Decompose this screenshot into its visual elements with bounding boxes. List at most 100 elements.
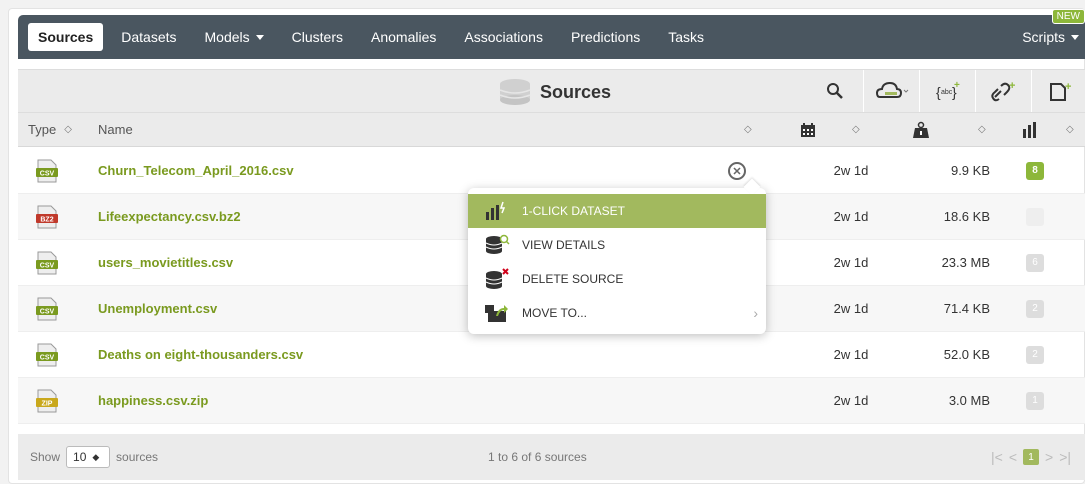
page-size-value: 10 [73, 450, 87, 464]
next-page-icon[interactable]: > [1045, 449, 1053, 465]
table-row[interactable]: ZIP happiness.csv.zip 2w 1d 3.0 MB 1 [18, 378, 1085, 424]
column-type-label: Type [28, 122, 57, 137]
source-name-link[interactable]: Unemployment.csv [98, 301, 217, 316]
svg-text:+: + [1009, 80, 1015, 92]
pagination-summary: 1 to 6 of 6 sources [488, 450, 587, 464]
nav-models[interactable]: Models [191, 23, 278, 51]
nav-scripts[interactable]: Scripts NEW [1008, 9, 1085, 51]
first-page-icon[interactable]: |< [991, 449, 1003, 465]
inline-source-icon: {abc}+ [936, 80, 960, 100]
source-size: 71.4 KB [943, 301, 990, 316]
menu-item-label: DELETE SOURCE [522, 272, 624, 286]
stepper-icon: ◆ [92, 451, 100, 462]
nav-scripts-label: Scripts [1022, 29, 1065, 45]
inline-source-button[interactable]: {abc} + [919, 70, 975, 112]
source-name-link[interactable]: happiness.csv.zip [98, 393, 208, 408]
toolbar: {abc} + + + [807, 70, 1085, 112]
close-icon[interactable]: ✕ [728, 162, 746, 180]
menu-item-label: VIEW DETAILS [522, 238, 606, 252]
table-header: Type ◇ Name ◇ ◇ ◇ ◇ [18, 113, 1085, 147]
source-name-link[interactable]: users_movietitles.csv [98, 255, 233, 270]
source-age: 2w 1d [833, 393, 869, 408]
page-title: Sources [540, 81, 612, 102]
source-size: 52.0 KB [943, 347, 990, 362]
source-age: 2w 1d [833, 347, 869, 362]
nav-associations[interactable]: Associations [450, 23, 557, 51]
column-name[interactable]: Name [98, 113, 133, 147]
last-page-icon[interactable]: >| [1059, 449, 1071, 465]
source-size: 9.9 KB [950, 163, 990, 178]
link-icon: + [990, 80, 1015, 102]
one-click-dataset-icon [480, 198, 514, 224]
sort-icon: ◇ [64, 124, 72, 135]
sort-name-button[interactable]: ◇ [736, 113, 752, 147]
context-menu: 1-CLICK DATASET VIEW DETAILS DELETE SOUR… [468, 188, 766, 334]
top-nav: Sources Datasets Models Clusters Anomali… [18, 9, 1085, 59]
chevron-right-icon: › [753, 305, 758, 321]
menu-item-move-to[interactable]: MOVE TO... › [468, 296, 766, 330]
nav-predictions[interactable]: Predictions [557, 23, 654, 51]
menu-item-delete-source[interactable]: DELETE SOURCE [468, 262, 766, 296]
source-age: 2w 1d [833, 301, 869, 316]
new-file-icon: + [1049, 81, 1071, 101]
dataset-count-badge: 1 [1026, 391, 1044, 410]
chevron-down-icon [1071, 34, 1079, 40]
pagination: |< < 1 > >| [991, 449, 1071, 465]
menu-item-label: 1-CLICK DATASET [522, 204, 625, 218]
sort-icon: ◇ [744, 124, 752, 135]
source-size: 3.0 MB [948, 393, 990, 408]
database-icon [499, 79, 531, 105]
page-size-select[interactable]: 10 ◆ [66, 446, 111, 468]
search-button[interactable] [807, 70, 863, 112]
svg-text:+: + [954, 80, 960, 91]
dataset-count-badge: 0 [1026, 207, 1044, 226]
zip-file-icon: ZIP [36, 389, 58, 413]
prev-page-icon[interactable]: < [1009, 449, 1017, 465]
column-type[interactable]: Type ◇ [28, 113, 72, 147]
nav-anomalies[interactable]: Anomalies [357, 23, 450, 51]
new-source-button[interactable]: + [1031, 70, 1085, 112]
nav-datasets[interactable]: Datasets [107, 23, 190, 51]
menu-item-label: MOVE TO... [522, 306, 587, 320]
svg-text:BZ2: BZ2 [40, 217, 53, 224]
column-datasets[interactable]: ◇ [1022, 113, 1074, 147]
svg-text:CSV: CSV [40, 263, 55, 270]
menu-item-view-details[interactable]: VIEW DETAILS [468, 228, 766, 262]
weight-icon [913, 121, 929, 138]
bz2-file-icon: BZ2 [36, 205, 58, 229]
sources-label: sources [116, 450, 159, 464]
csv-file-icon: CSV [36, 343, 58, 367]
table-row[interactable]: CSV Deaths on eight-thousanders.csv 2w 1… [18, 332, 1085, 378]
delete-source-icon [480, 266, 514, 292]
svg-text:+: + [1065, 81, 1071, 93]
nav-clusters[interactable]: Clusters [278, 23, 357, 51]
url-source-button[interactable]: + [975, 70, 1031, 112]
nav-tasks[interactable]: Tasks [654, 23, 718, 51]
search-icon [827, 83, 843, 99]
source-name-link[interactable]: Lifeexpectancy.csv.bz2 [98, 209, 241, 224]
csv-file-icon: CSV [36, 297, 58, 321]
source-age: 2w 1d [833, 209, 869, 224]
cloud-upload-button[interactable] [863, 70, 919, 112]
svg-text:CSV: CSV [40, 309, 55, 316]
svg-text:CSV: CSV [40, 355, 55, 362]
source-size: 23.3 MB [941, 255, 990, 270]
column-size[interactable]: ◇ [912, 113, 986, 147]
nav-sources[interactable]: Sources [28, 23, 104, 51]
bar-chart-icon [1023, 121, 1036, 138]
view-details-icon [480, 232, 514, 258]
source-name-link[interactable]: Deaths on eight-thousanders.csv [98, 347, 303, 362]
current-page[interactable]: 1 [1023, 449, 1039, 465]
show-label: Show [30, 450, 61, 464]
menu-item-one-click-dataset[interactable]: 1-CLICK DATASET [468, 194, 766, 228]
sort-icon: ◇ [852, 124, 860, 135]
source-size: 18.6 KB [943, 209, 990, 224]
source-age: 2w 1d [833, 255, 869, 270]
dataset-count-badge: 2 [1026, 345, 1044, 364]
source-name-link[interactable]: Churn_Telecom_April_2016.csv [98, 163, 294, 178]
svg-text:CSV: CSV [40, 171, 55, 178]
calendar-icon [801, 122, 815, 137]
column-age[interactable]: ◇ [800, 113, 860, 147]
dataset-count-badge: 6 [1026, 253, 1044, 272]
table-footer: Show 10 ◆ sources 1 to 6 of 6 sources |< … [18, 434, 1085, 480]
